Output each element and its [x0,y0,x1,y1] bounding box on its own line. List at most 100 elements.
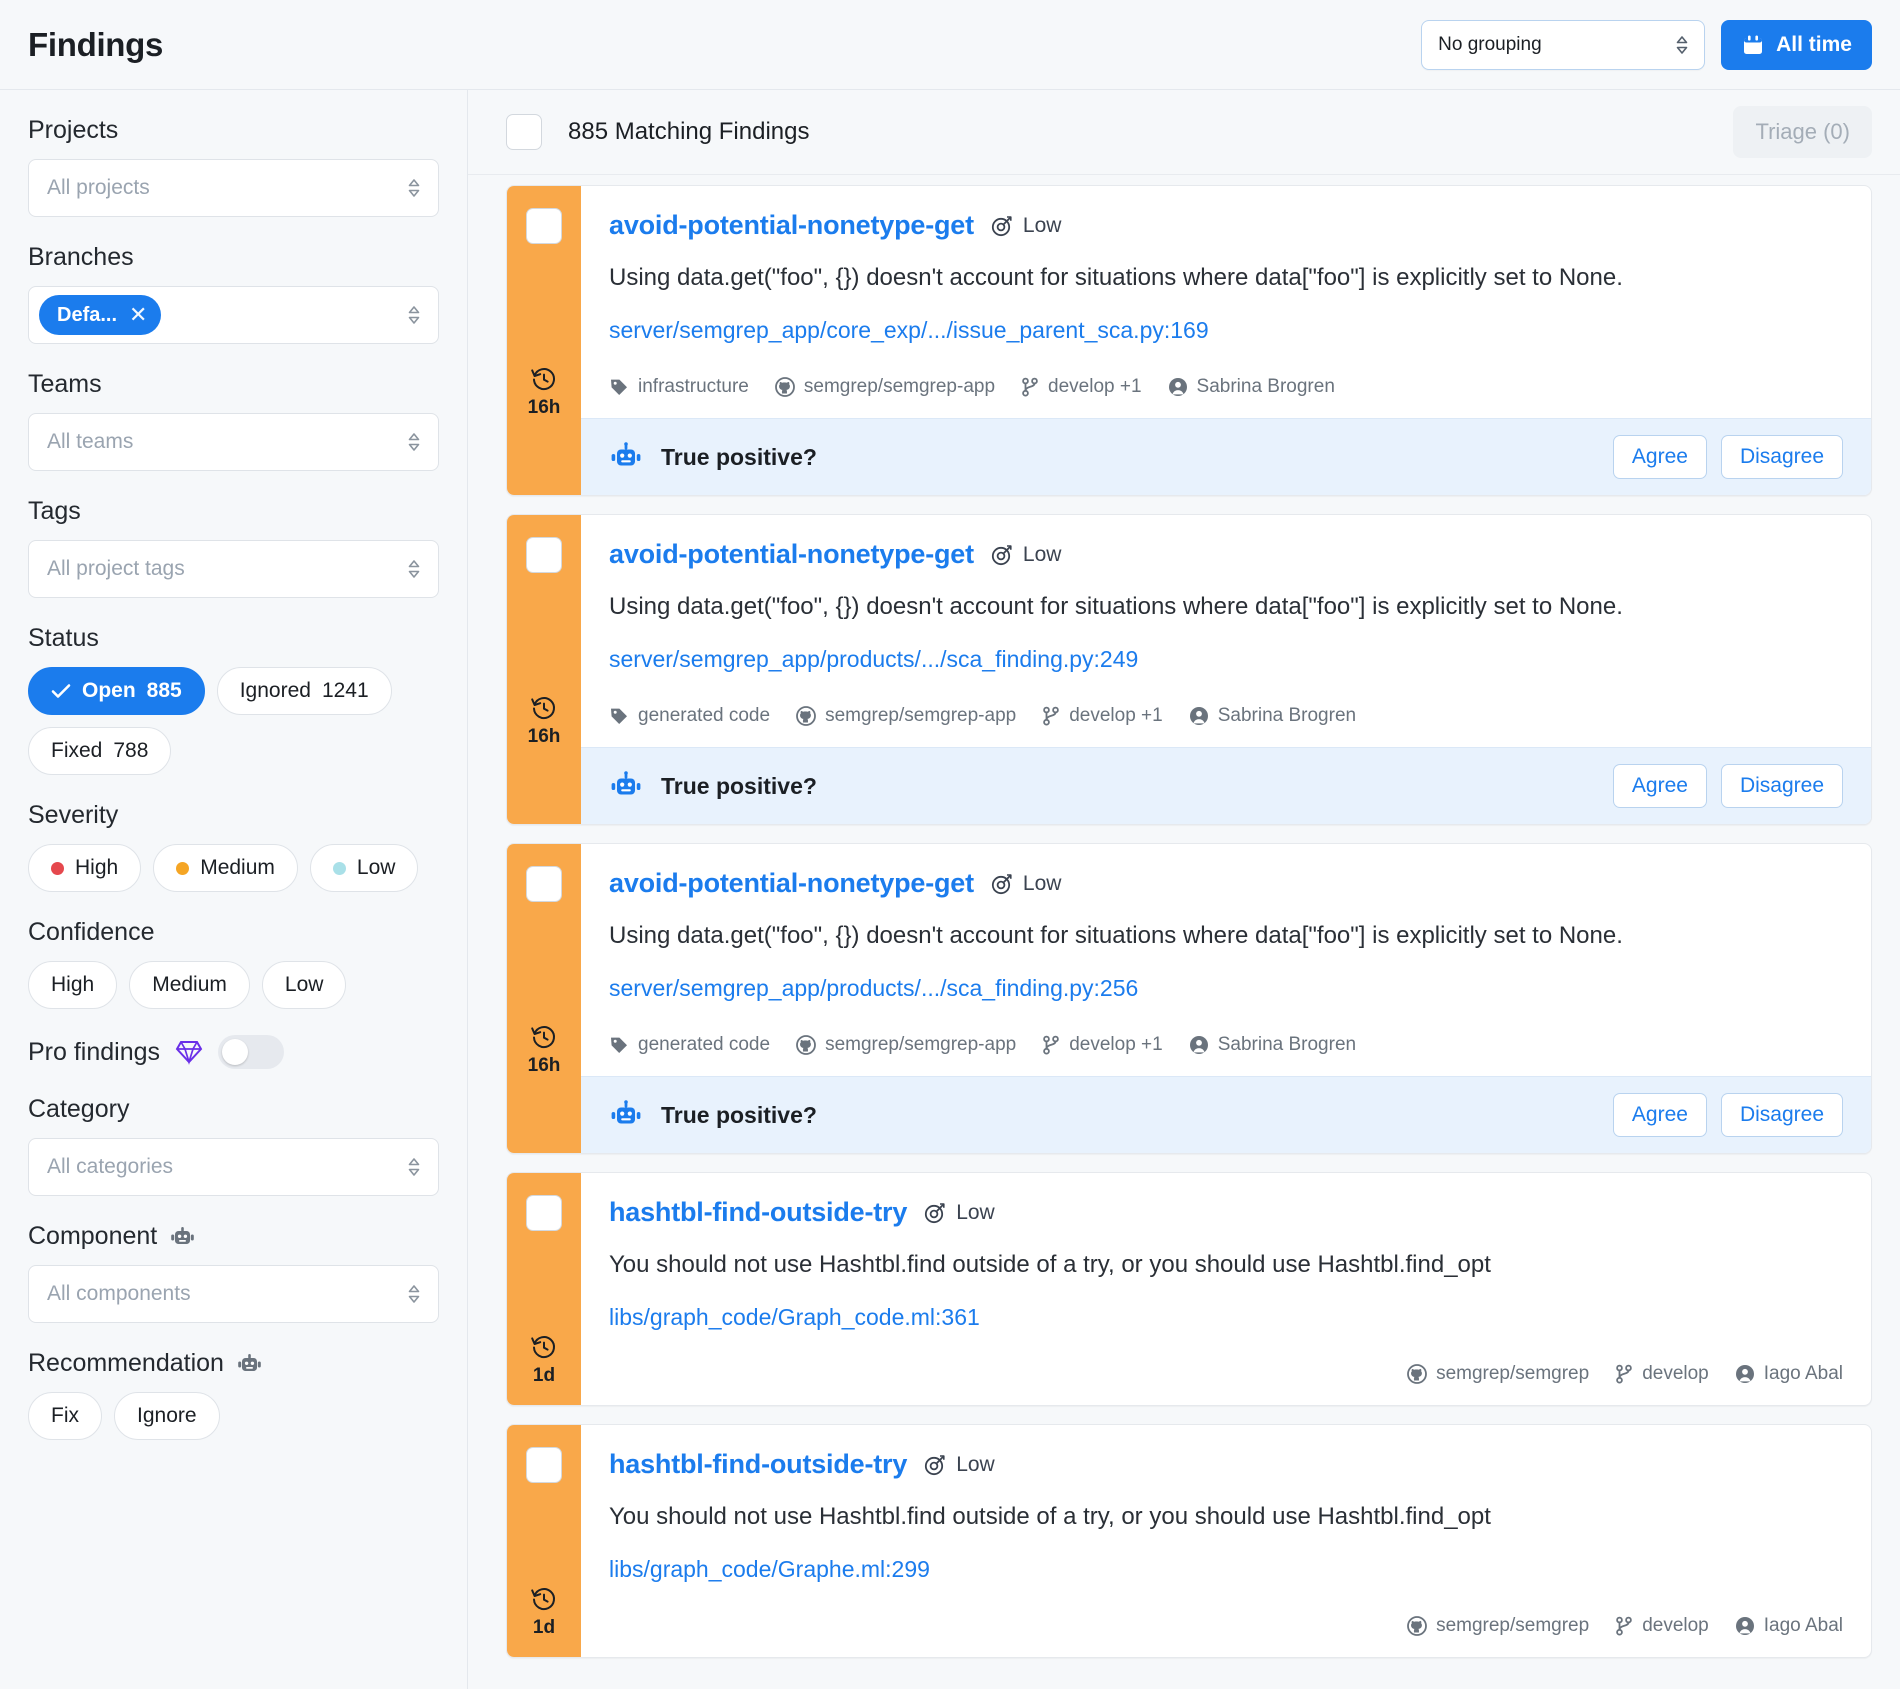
chevron-updown-icon [1674,34,1690,56]
assistant-bar: True positive? Agree Disagree [581,1076,1871,1153]
tags-select[interactable]: All project tags [28,540,439,598]
finding-path-link[interactable]: libs/graph_code/Graph_code.ml:361 [609,1304,980,1331]
finding-title[interactable]: avoid-potential-nonetype-get [609,539,974,570]
finding-age: 16h [528,1055,561,1077]
time-range-button[interactable]: All time [1721,20,1872,70]
finding-title[interactable]: avoid-potential-nonetype-get [609,868,974,899]
confidence-pill-low[interactable]: Low [262,961,347,1009]
findings-main: 885 Matching Findings Triage (0) 16h avo… [468,90,1900,1689]
filter-category-label: Category [28,1095,439,1124]
pro-findings-toggle[interactable] [218,1035,284,1069]
finding-severity: Low [923,1453,995,1477]
status-pill-ignored[interactable]: Ignored 1241 [217,667,392,715]
finding-card[interactable]: 1d hashtbl-find-outside-try Low You shou… [506,1424,1872,1658]
finding-severity-label: Low [956,1201,995,1225]
severity-pill-medium[interactable]: Medium [153,844,298,892]
history-icon [530,694,558,722]
finding-checkbox[interactable] [526,208,562,244]
finding-meta-item: semgrep/semgrep-app [796,705,1016,727]
severity-pill-row: High Medium Low [28,844,439,892]
filter-severity: Severity High Medium Low [28,801,439,892]
finding-meta-item: develop +1 [1042,705,1163,727]
agree-button[interactable]: Agree [1613,764,1707,808]
history-icon [530,1333,558,1361]
finding-card[interactable]: 1d hashtbl-find-outside-try Low You shou… [506,1172,1872,1406]
finding-path-link[interactable]: server/semgrep_app/products/.../sca_find… [609,646,1138,673]
component-select-placeholder: All components [47,1282,191,1306]
finding-card[interactable]: 16h avoid-potential-nonetype-get Low Usi… [506,185,1872,496]
tags-select-placeholder: All project tags [47,557,185,581]
teams-select[interactable]: All teams [28,413,439,471]
finding-meta-item: develop [1615,1615,1709,1637]
branches-select[interactable]: Defa... ✕ [28,286,439,344]
agree-button[interactable]: Agree [1613,435,1707,479]
finding-title[interactable]: hashtbl-find-outside-try [609,1197,907,1228]
finding-title-row: avoid-potential-nonetype-get Low [609,868,1843,899]
status-pill-open[interactable]: Open 885 [28,667,205,715]
assistant-question: True positive? [661,444,817,471]
status-pill-fixed[interactable]: Fixed 788 [28,727,171,775]
chevron-updown-icon [406,304,422,326]
finding-rail: 16h [507,844,581,1153]
component-select[interactable]: All components [28,1265,439,1323]
finding-checkbox[interactable] [526,1195,562,1231]
recommendation-pill-fix[interactable]: Fix [28,1392,102,1440]
severity-pill-high[interactable]: High [28,844,141,892]
agree-button[interactable]: Agree [1613,1093,1707,1137]
finding-card[interactable]: 16h avoid-potential-nonetype-get Low Usi… [506,843,1872,1154]
branch-chip[interactable]: Defa... ✕ [39,295,161,335]
chevron-updown-icon [406,431,422,453]
finding-path-link[interactable]: libs/graph_code/Graphe.ml:299 [609,1556,930,1583]
finding-checkbox[interactable] [526,1447,562,1483]
filter-component-text: Component [28,1222,157,1251]
finding-title[interactable]: avoid-potential-nonetype-get [609,210,974,241]
finding-meta-item: semgrep/semgrep [1407,1615,1589,1637]
recommendation-pill-ignore[interactable]: Ignore [114,1392,220,1440]
finding-meta-label: Sabrina Brogren [1218,705,1356,727]
check-icon [51,683,71,699]
finding-meta-item: Iago Abal [1735,1615,1843,1637]
top-bar-actions: No grouping All time [1421,20,1872,70]
filter-tags-label: Tags [28,497,439,526]
disagree-button[interactable]: Disagree [1721,764,1843,808]
category-select[interactable]: All categories [28,1138,439,1196]
finding-meta-item: Iago Abal [1735,1363,1843,1385]
finding-rail: 1d [507,1173,581,1405]
history-icon [530,365,558,393]
person-icon [1189,706,1209,726]
finding-meta-row: generated code semgrep/semgrep-app devel… [581,683,1871,747]
finding-main: hashtbl-find-outside-try Low You should … [581,1173,1871,1341]
finding-checkbox[interactable] [526,866,562,902]
close-icon[interactable]: ✕ [129,304,147,326]
finding-title-row: hashtbl-find-outside-try Low [609,1197,1843,1228]
page-body: Projects All projects Branches Defa... ✕ [0,90,1900,1689]
filter-projects-label: Projects [28,116,439,145]
assistant-question: True positive? [661,1102,817,1129]
assistant-bar: True positive? Agree Disagree [581,747,1871,824]
projects-select[interactable]: All projects [28,159,439,217]
disagree-button[interactable]: Disagree [1721,1093,1843,1137]
triage-button[interactable]: Triage (0) [1733,106,1872,158]
finding-description: You should not use Hashtbl.find outside … [609,1502,1843,1532]
assistant-actions: Agree Disagree [1613,1093,1843,1137]
assistant-actions: Agree Disagree [1613,435,1843,479]
finding-title[interactable]: hashtbl-find-outside-try [609,1449,907,1480]
select-all-checkbox[interactable] [506,114,542,150]
finding-meta-label: semgrep/semgrep-app [825,1034,1016,1056]
category-select-placeholder: All categories [47,1155,173,1179]
severity-pill-low[interactable]: Low [310,844,419,892]
status-pill-ignored-label: Ignored [240,679,311,703]
finding-meta-item: semgrep/semgrep-app [796,1034,1016,1056]
disagree-button[interactable]: Disagree [1721,435,1843,479]
finding-path-link[interactable]: server/semgrep_app/core_exp/.../issue_pa… [609,317,1209,344]
grouping-select[interactable]: No grouping [1421,20,1705,70]
finding-card[interactable]: 16h avoid-potential-nonetype-get Low Usi… [506,514,1872,825]
finding-meta-label: semgrep/semgrep [1436,1615,1589,1637]
branch-icon [1042,706,1060,726]
finding-path-link[interactable]: server/semgrep_app/products/.../sca_find… [609,975,1138,1002]
history-icon [530,1585,558,1613]
confidence-pill-medium[interactable]: Medium [129,961,250,1009]
finding-meta-label: Sabrina Brogren [1218,1034,1356,1056]
confidence-pill-high[interactable]: High [28,961,117,1009]
finding-checkbox[interactable] [526,537,562,573]
